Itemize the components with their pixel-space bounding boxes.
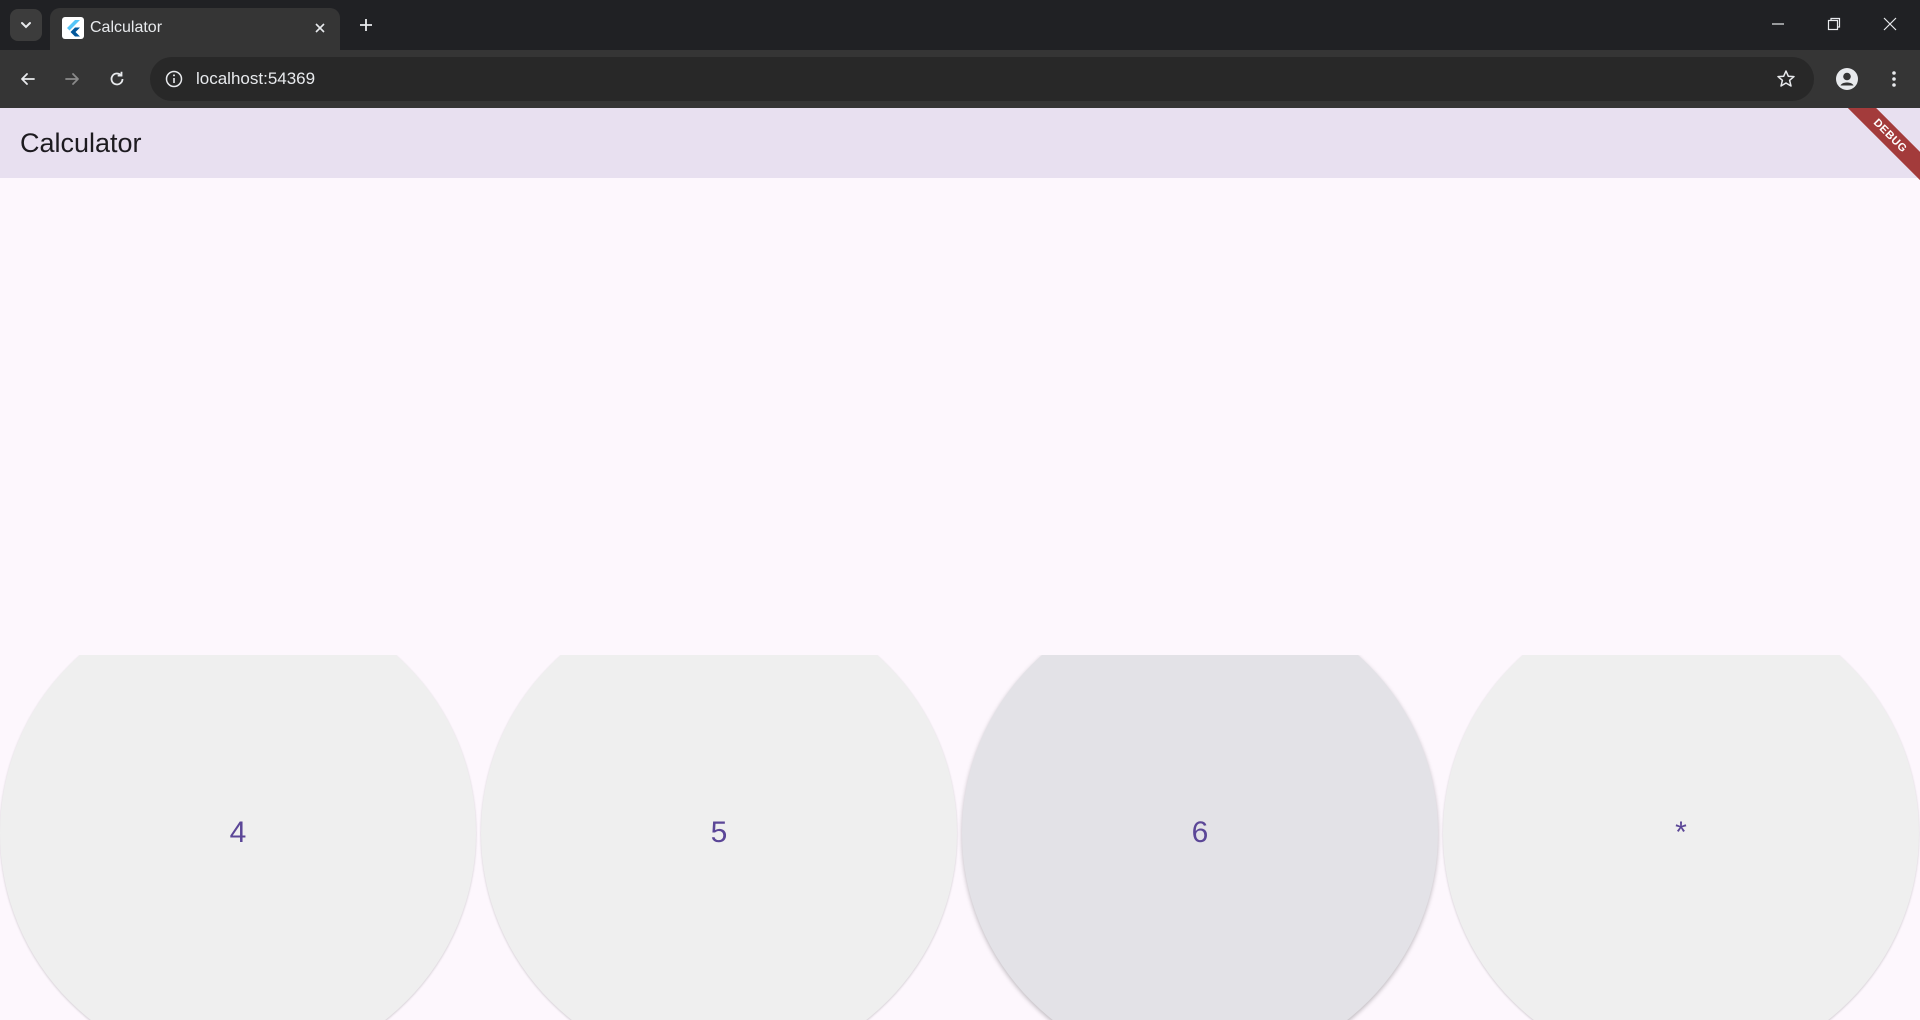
tab-close-button[interactable]: [308, 16, 332, 40]
reload-icon: [110, 71, 124, 86]
browser-tab-bar: Calculator: [0, 0, 1920, 50]
reload-button[interactable]: [101, 63, 133, 95]
menu-button[interactable]: [1878, 63, 1910, 95]
info-icon: [165, 70, 183, 88]
tab-title: Calculator: [90, 19, 163, 36]
key-5-button[interactable]: 5: [481, 655, 957, 1020]
site-info-button[interactable]: [160, 65, 188, 93]
key-label: 6: [1191, 816, 1209, 849]
restore-icon: [1827, 17, 1841, 31]
browser-tab[interactable]: Calculator: [50, 8, 340, 50]
flutter-icon: [62, 17, 84, 39]
minimize-icon: [1772, 23, 1784, 25]
page-title: Calculator: [20, 128, 142, 158]
profile-button[interactable]: [1831, 63, 1863, 95]
key-label: 4: [229, 816, 247, 849]
chevron-down-icon: [21, 22, 31, 29]
new-tab-button[interactable]: [352, 11, 380, 39]
calculator-display: [0, 178, 1920, 655]
window-close-button[interactable]: [1862, 0, 1918, 48]
plus-icon: [360, 19, 372, 31]
key-4-button[interactable]: 4: [0, 655, 476, 1020]
forward-button[interactable]: [56, 63, 88, 95]
url-text[interactable]: localhost:54369: [196, 69, 315, 89]
multiply-button[interactable]: *: [1443, 655, 1919, 1020]
address-bar[interactable]: localhost:54369: [150, 57, 1814, 101]
keypad-row: 4 5 6 *: [0, 655, 1920, 1020]
key-label: *: [1675, 816, 1687, 849]
minimize-button[interactable]: [1750, 0, 1806, 48]
app-bar: Calculator: [0, 108, 1920, 178]
close-icon: [315, 23, 325, 33]
tab-search-button[interactable]: [10, 9, 42, 41]
close-icon: [1883, 17, 1897, 31]
star-icon: [1777, 70, 1795, 87]
arrow-left-icon: [21, 73, 35, 85]
more-vertical-icon: [1892, 71, 1896, 87]
back-button[interactable]: [12, 63, 44, 95]
bookmark-button[interactable]: [1772, 65, 1800, 93]
key-6-button[interactable]: 6: [962, 655, 1438, 1020]
browser-toolbar: localhost:54369: [0, 50, 1920, 108]
restore-button[interactable]: [1806, 0, 1862, 48]
avatar-icon: [1836, 68, 1858, 90]
arrow-right-icon: [65, 73, 79, 85]
key-label: 5: [710, 816, 728, 849]
